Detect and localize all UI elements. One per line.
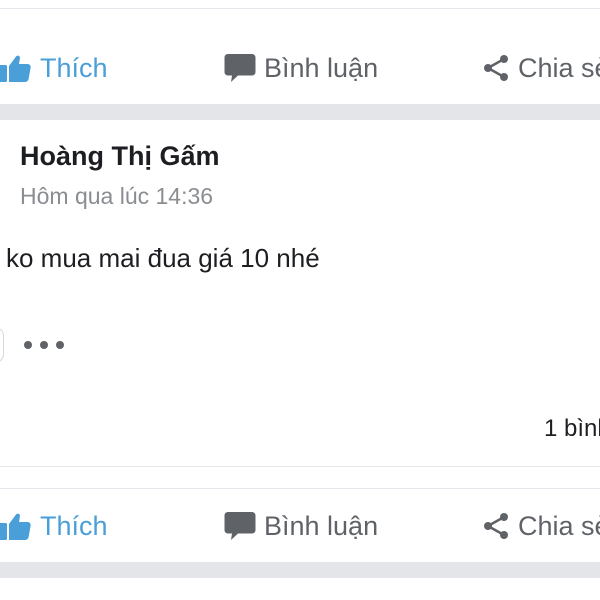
- share-label: Chia sẻ: [518, 52, 600, 83]
- share-label: Chia sẻ: [518, 510, 600, 541]
- post-author-name[interactable]: Hoàng Thị Gấm: [20, 141, 220, 172]
- comment-count[interactable]: 1 bình luận: [544, 415, 600, 443]
- share-nodes-icon: [482, 54, 510, 82]
- like-label: Thích: [40, 510, 108, 541]
- post-divider: [0, 8, 600, 9]
- comment-button[interactable]: Bình luận: [224, 500, 378, 552]
- post-action-bar: Thích Bình luận Chia sẻ: [0, 500, 600, 552]
- post-divider: [0, 466, 600, 467]
- comment-button[interactable]: Bình luận: [224, 42, 378, 94]
- post-text: ko mua mai đua giá 10 nhé: [6, 243, 320, 273]
- speech-bubble-icon: [224, 511, 256, 541]
- like-button[interactable]: Thích: [0, 500, 108, 552]
- comment-label: Bình luận: [264, 52, 379, 83]
- post-action-bar: Thích Bình luận Chia sẻ: [0, 42, 600, 94]
- post-separator: [0, 104, 600, 120]
- post-separator: [0, 562, 600, 578]
- feed-viewport: Thích Bình luận Chia sẻ: [0, 0, 600, 600]
- like-label: Thích: [40, 52, 108, 83]
- thumbs-up-icon: [0, 53, 32, 83]
- post-timestamp[interactable]: Hôm qua lúc 14:36: [20, 183, 213, 210]
- like-button[interactable]: Thích: [0, 42, 108, 94]
- more-dots-icon[interactable]: [24, 341, 64, 349]
- action-bar-divider: [0, 488, 600, 489]
- share-button[interactable]: Chia sẻ: [482, 500, 600, 552]
- reaction-avatar: [0, 327, 4, 363]
- share-button[interactable]: Chia sẻ: [482, 42, 600, 94]
- share-nodes-icon: [482, 512, 510, 540]
- thumbs-up-icon: [0, 511, 32, 541]
- post-reaction-row: [0, 325, 64, 365]
- speech-bubble-icon: [224, 53, 256, 83]
- comment-label: Bình luận: [264, 510, 379, 541]
